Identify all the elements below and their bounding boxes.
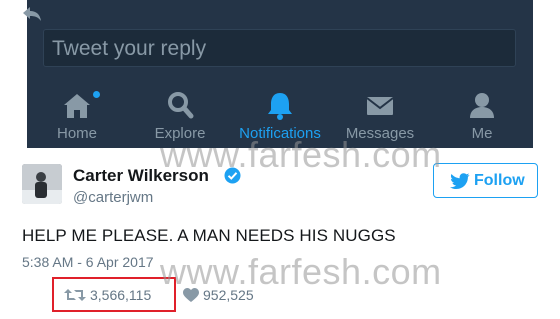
tweet-timestamp[interactable]: 5:38 AM - 6 Apr 2017	[22, 254, 154, 270]
home-icon	[64, 94, 90, 118]
follow-label: Follow	[474, 172, 525, 189]
envelope-icon	[366, 97, 394, 115]
search-icon	[168, 92, 194, 119]
twitter-bird-icon	[450, 173, 470, 189]
author-handle[interactable]: @carterjwm	[73, 189, 153, 206]
tweet-text: HELP ME PLEASE. A MAN NEEDS HIS NUGGS	[22, 226, 396, 245]
nav-me[interactable]: Me	[432, 88, 532, 144]
person-icon	[470, 93, 494, 118]
app-header-panel: Tweet your reply Home Explore Notificati…	[27, 0, 533, 148]
notification-dot	[93, 91, 100, 98]
nav-home-label: Home	[56, 125, 97, 142]
reply-placeholder: Tweet your reply	[52, 37, 207, 60]
follow-button[interactable]: Follow	[433, 163, 538, 198]
reply-icon[interactable]	[22, 6, 42, 22]
watermark: www.farfesh.com	[160, 251, 442, 292]
bell-icon	[268, 93, 292, 120]
watermark: www.farfesh.com	[160, 134, 442, 175]
nav-me-label: Me	[471, 125, 493, 142]
retweet-count: 3,566,115	[90, 287, 152, 303]
reply-input[interactable]: Tweet your reply	[43, 29, 516, 67]
nav-home[interactable]: Home	[27, 88, 127, 144]
retweet-icon[interactable]	[63, 287, 87, 303]
avatar[interactable]	[22, 164, 62, 204]
